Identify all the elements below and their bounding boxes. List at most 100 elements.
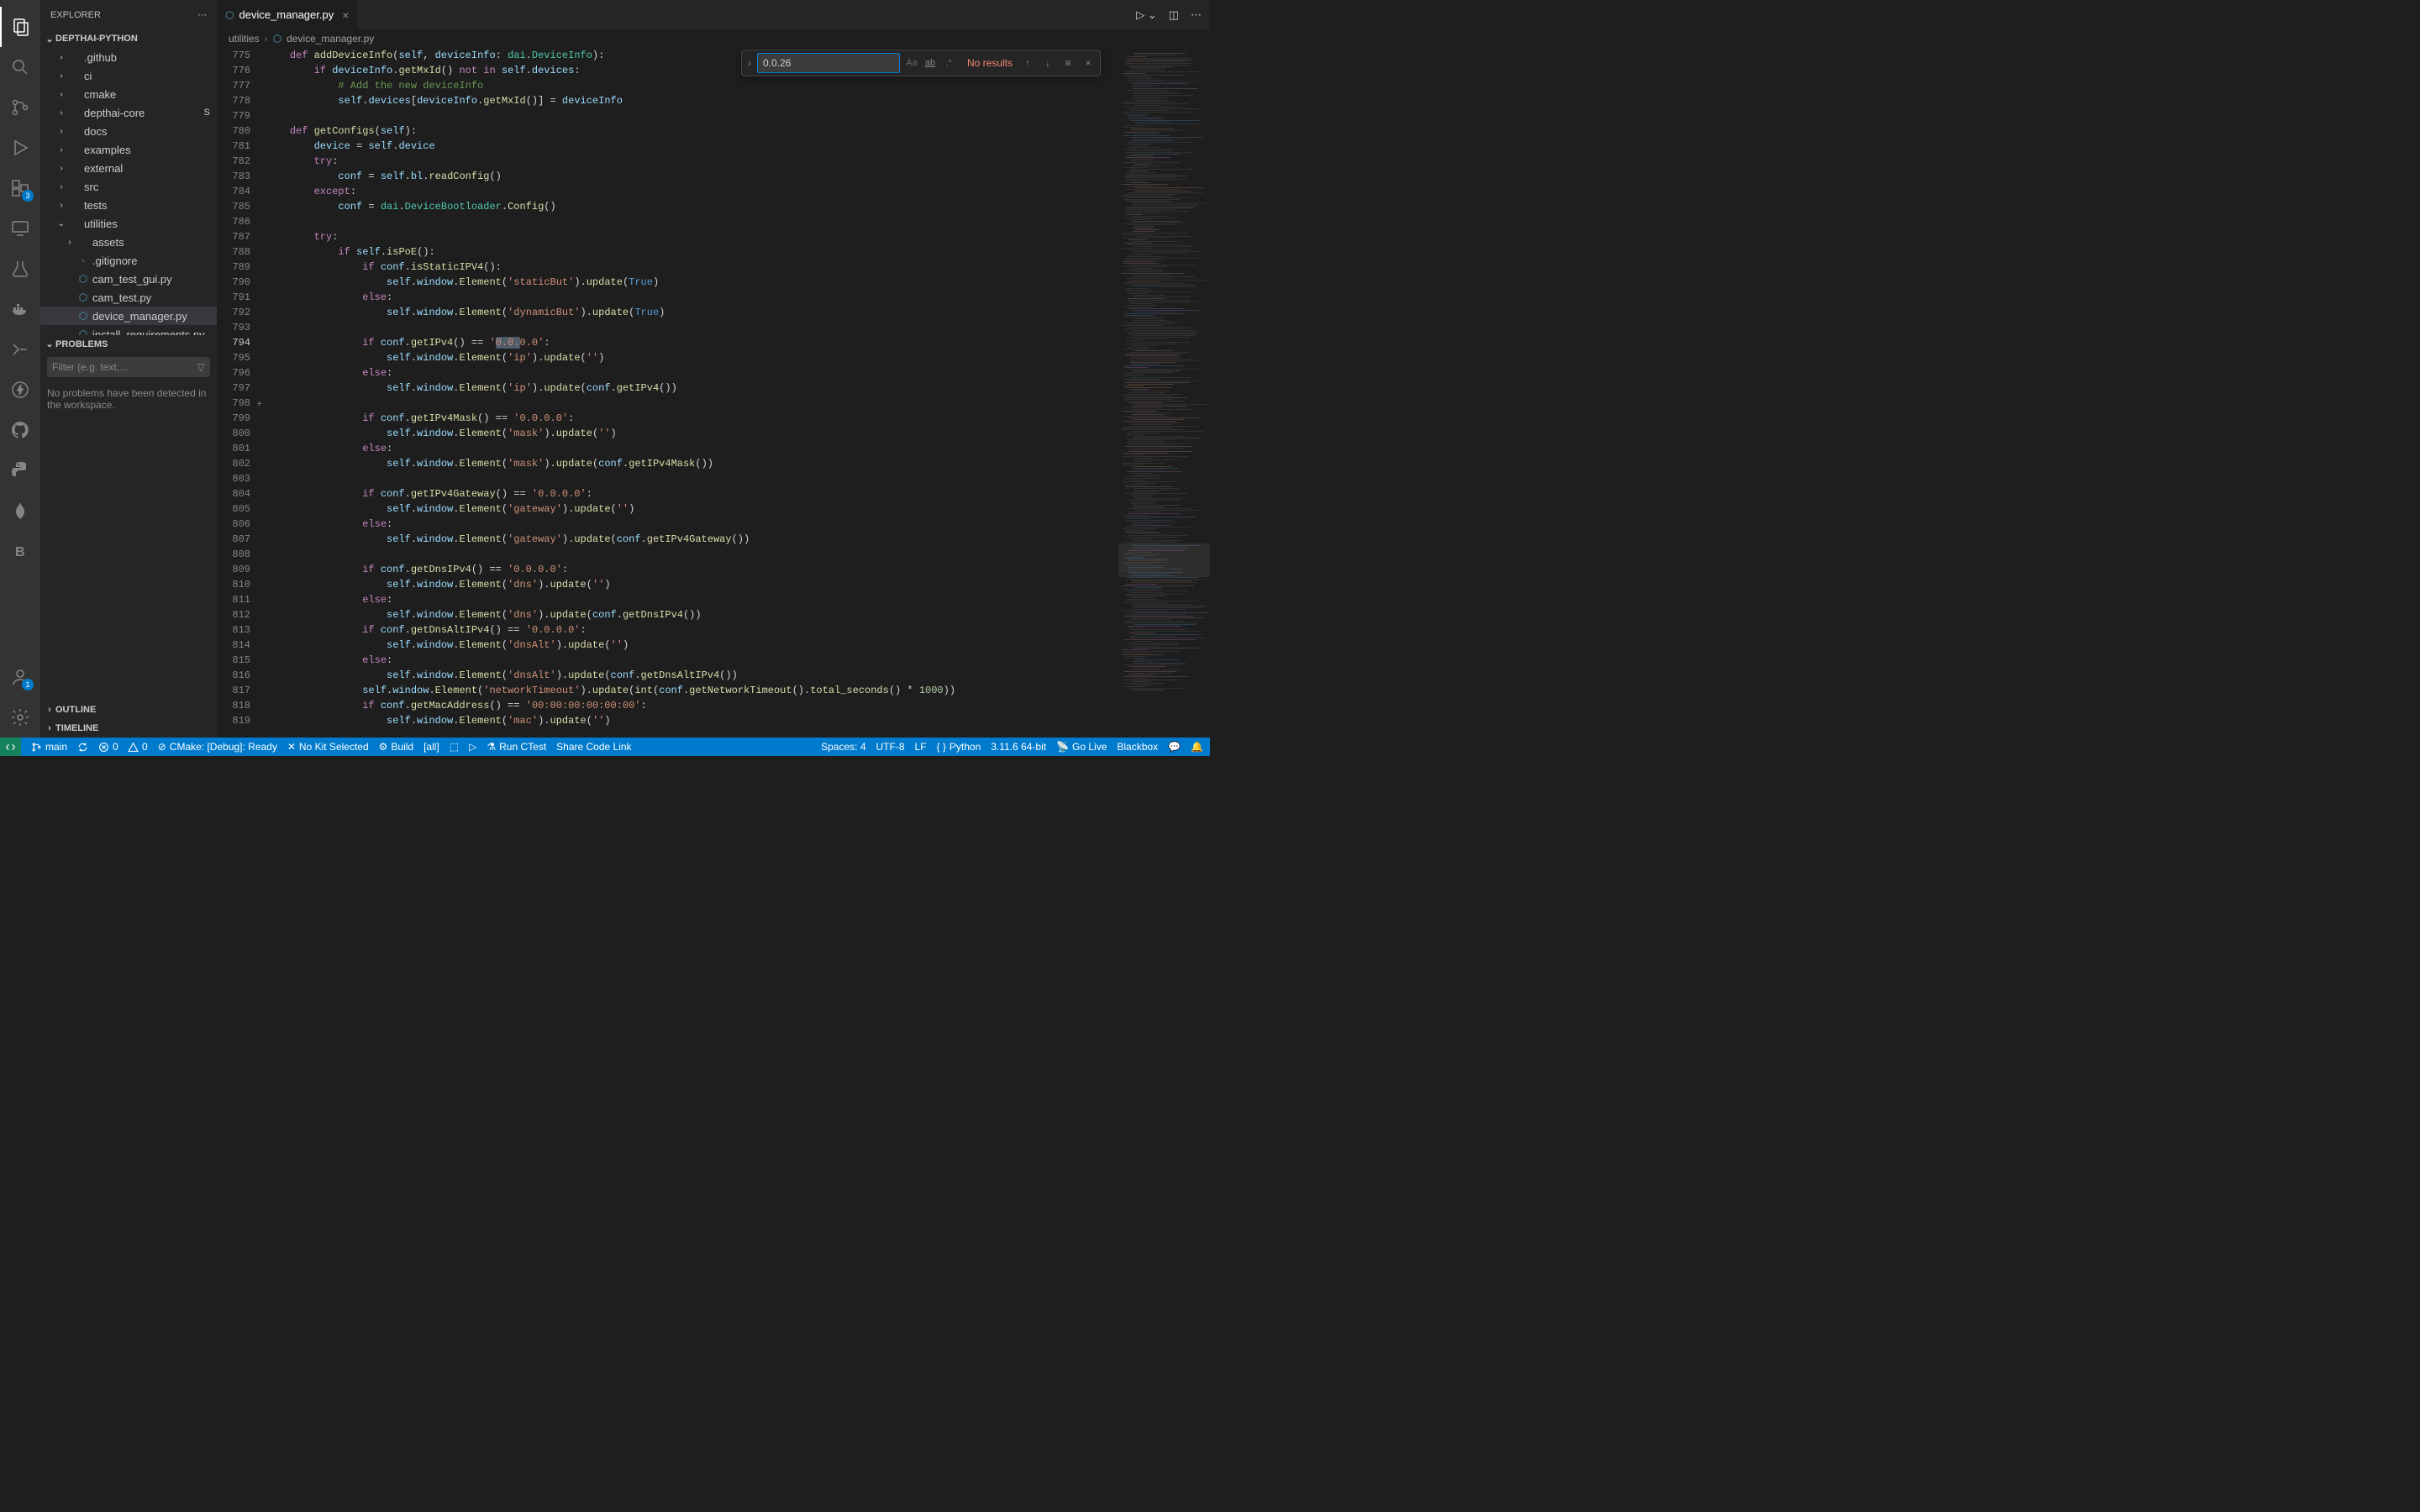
tree-item-label: cam_test.py (92, 291, 151, 304)
bold-icon[interactable]: B (0, 531, 40, 571)
language-mode[interactable]: { }Python (937, 741, 981, 753)
filter-icon[interactable]: ▽ (197, 361, 205, 373)
indent-status[interactable]: Spaces: 4 (821, 741, 865, 753)
kit-status[interactable]: ✕No Kit Selected (287, 741, 369, 753)
run-icon[interactable]: ▷ ⌄ (1136, 8, 1157, 22)
blackbox-status[interactable]: Blackbox (1117, 741, 1158, 753)
breadcrumbs[interactable]: utilities › ⬡ device_manager.py (217, 29, 1210, 48)
github-icon[interactable] (0, 410, 40, 450)
tab-close-icon[interactable]: × (342, 8, 349, 22)
file-tree: ›.github›ci›cmake›depthai-coreS›docs›exa… (40, 48, 217, 335)
tree-item-examples[interactable]: ›examples (40, 140, 217, 159)
file-icon: ◦ (76, 255, 91, 266)
encoding-status[interactable]: UTF-8 (876, 741, 905, 753)
breadcrumb-folder[interactable]: utilities (229, 33, 260, 45)
run-debug-icon[interactable] (0, 128, 40, 168)
extensions-icon[interactable]: 3 (0, 168, 40, 208)
tree-item-utilities[interactable]: ⌄utilities (40, 214, 217, 233)
git-branch[interactable]: main (31, 741, 67, 753)
python-file-icon: ⬡ (225, 9, 234, 21)
tree-item-ci[interactable]: ›ci (40, 66, 217, 85)
tree-item-label: .gitignore (92, 255, 137, 267)
tree-item-depthai-core[interactable]: ›depthai-coreS (40, 103, 217, 122)
tree-item-device-manager-py[interactable]: ⬡device_manager.py (40, 307, 217, 325)
testing-icon[interactable] (0, 249, 40, 289)
sync-icon[interactable] (77, 742, 88, 753)
cmake-status[interactable]: ⊘CMake: [Debug]: Ready (158, 741, 277, 753)
problems-filter[interactable]: Filter (e.g. text,... ▽ (47, 357, 210, 377)
tree-item-tests[interactable]: ›tests (40, 196, 217, 214)
editor-area: ⬡ device_manager.py × ▷ ⌄ ◫ ⋯ utilities … (217, 0, 1210, 738)
tree-item-cam-test-gui-py[interactable]: ⬡cam_test_gui.py (40, 270, 217, 288)
share-code-link[interactable]: Share Code Link (556, 741, 631, 753)
remote-indicator[interactable] (0, 738, 21, 756)
live-share-icon[interactable] (0, 329, 40, 370)
tree-item-install-requirements-py[interactable]: ⬡install_requirements.py (40, 325, 217, 335)
tabs-bar: ⬡ device_manager.py × ▷ ⌄ ◫ ⋯ (217, 0, 1210, 29)
eol-status[interactable]: LF (915, 741, 927, 753)
breadcrumb-file[interactable]: device_manager.py (287, 33, 374, 45)
build-target[interactable]: [all] (424, 741, 439, 753)
split-editor-icon[interactable]: ◫ (1169, 8, 1179, 22)
code-content[interactable]: def addDeviceInfo(self, deviceInfo: dai.… (266, 48, 1118, 738)
go-live-button[interactable]: 📡Go Live (1056, 741, 1107, 753)
tree-item--gitignore[interactable]: ◦.gitignore (40, 251, 217, 270)
source-control-icon[interactable] (0, 87, 40, 128)
outline-section-header[interactable]: › OUTLINE (40, 701, 217, 719)
editor-body: › Aa ab .* No results ↑ ↓ ≡ × 7757767777… (217, 48, 1210, 738)
project-name: DEPTHAI-PYTHON (55, 34, 138, 44)
timeline-section-header[interactable]: › TIMELINE (40, 719, 217, 738)
minimap[interactable] (1118, 48, 1210, 738)
chevron-right-icon: › (265, 33, 268, 45)
tree-item--github[interactable]: ›.github (40, 48, 217, 66)
find-close-icon[interactable]: × (1080, 55, 1097, 71)
project-header[interactable]: ⌄ DEPTHAI-PYTHON (40, 29, 217, 48)
tree-item-docs[interactable]: ›docs (40, 122, 217, 140)
search-icon[interactable] (0, 47, 40, 87)
find-toggle-replace[interactable]: › (742, 50, 757, 76)
match-case-toggle[interactable]: Aa (903, 55, 920, 71)
tree-item-assets[interactable]: ›assets (40, 233, 217, 251)
python-icon[interactable] (0, 450, 40, 491)
tree-item-src[interactable]: ›src (40, 177, 217, 196)
find-prev-icon[interactable]: ↑ (1019, 55, 1036, 71)
remote-explorer-icon[interactable] (0, 208, 40, 249)
more-actions-icon[interactable]: ⋯ (1191, 8, 1202, 22)
tree-item-cam-test-py[interactable]: ⬡cam_test.py (40, 288, 217, 307)
regex-toggle[interactable]: .* (940, 55, 957, 71)
tree-item-label: external (84, 162, 123, 175)
docker-icon[interactable] (0, 289, 40, 329)
minimap-viewport[interactable] (1118, 543, 1210, 577)
problems-status[interactable]: 0 0 (98, 741, 148, 753)
sidebar-more-icon[interactable]: ⋯ (197, 9, 207, 20)
notifications-icon[interactable]: 🔔 (1191, 741, 1203, 753)
ctest-button[interactable]: ⚗Run CTest (487, 741, 546, 753)
sidebar: EXPLORER ⋯ ⌄ DEPTHAI-PYTHON ›.github›ci›… (40, 0, 217, 738)
feedback-icon[interactable]: 💬 (1168, 741, 1181, 753)
tree-item-label: ci (84, 70, 92, 82)
thunder-icon[interactable] (0, 370, 40, 410)
tree-item-label: device_manager.py (92, 310, 187, 323)
accounts-icon[interactable]: 1 (0, 657, 40, 697)
problems-empty-message: No problems have been detected in the wo… (40, 384, 217, 414)
explorer-icon[interactable] (0, 7, 40, 47)
tree-item-external[interactable]: ›external (40, 159, 217, 177)
problems-section-header[interactable]: ⌄ PROBLEMS (40, 335, 217, 354)
mongodb-icon[interactable] (0, 491, 40, 531)
debug-launch-icon[interactable]: ⬚ (450, 741, 459, 753)
build-button[interactable]: ⚙Build (379, 741, 413, 753)
python-interpreter[interactable]: 3.11.6 64-bit (991, 741, 1046, 753)
tree-item-label: docs (84, 125, 107, 138)
gutter-add-icon[interactable]: + (256, 397, 262, 412)
match-word-toggle[interactable]: ab (922, 55, 939, 71)
launch-icon[interactable]: ▷ (469, 741, 476, 753)
find-next-icon[interactable]: ↓ (1039, 55, 1056, 71)
tree-item-label: depthai-core (84, 107, 145, 119)
find-input[interactable] (757, 53, 900, 73)
editor-actions: ▷ ⌄ ◫ ⋯ (1136, 8, 1210, 22)
tab-device-manager[interactable]: ⬡ device_manager.py × (217, 0, 358, 29)
tree-item-cmake[interactable]: ›cmake (40, 85, 217, 103)
settings-gear-icon[interactable] (0, 697, 40, 738)
find-selection-icon[interactable]: ≡ (1060, 55, 1076, 71)
tree-item-label: .github (84, 51, 117, 64)
